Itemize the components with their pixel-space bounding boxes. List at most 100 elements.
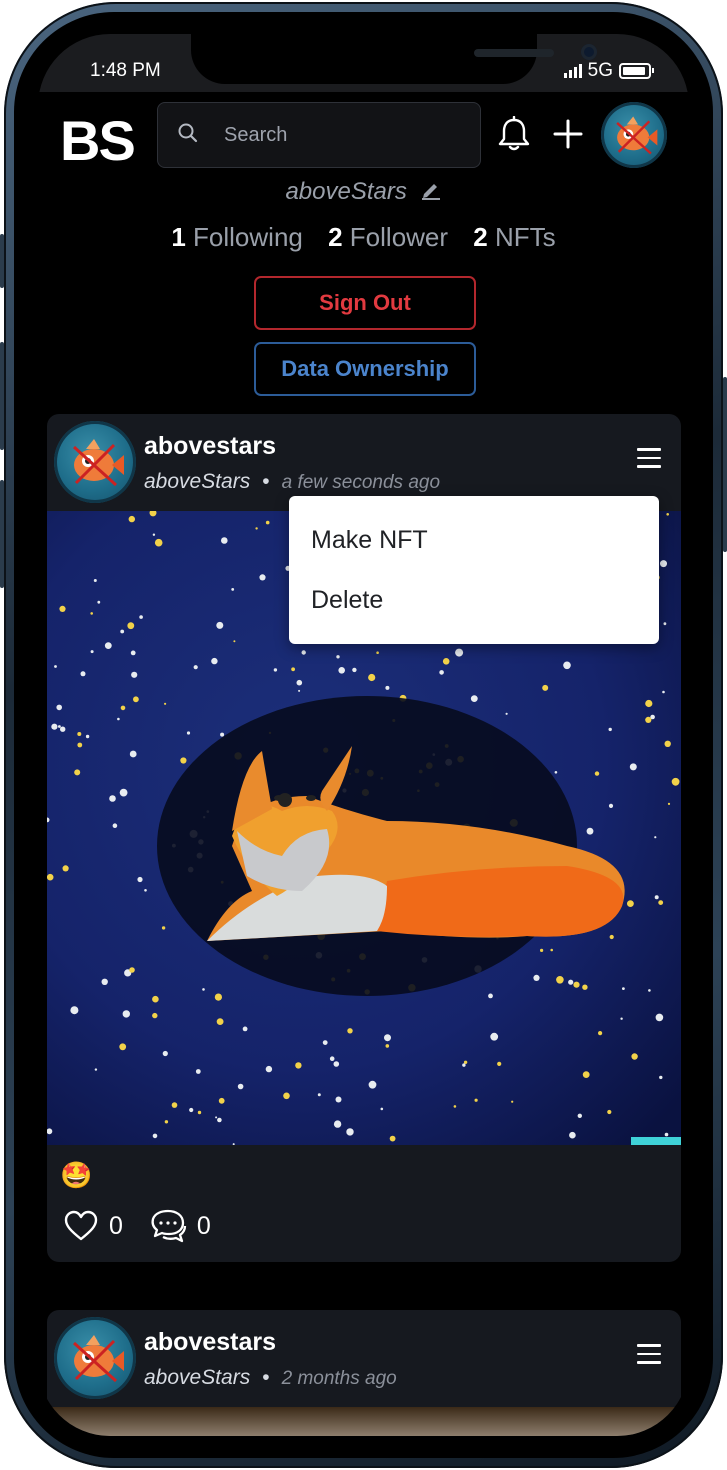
make-nft-menu-item[interactable]: Make NFT — [311, 526, 428, 555]
star-dot — [220, 732, 225, 737]
star-dot — [119, 1043, 127, 1051]
star-dot — [384, 1034, 391, 1042]
post-options-dropdown: Make NFT Delete — [289, 496, 659, 644]
following-label: Following — [193, 222, 303, 252]
star-dot — [186, 731, 191, 735]
star-dot — [164, 702, 167, 705]
star-dot — [620, 1017, 623, 1020]
star-dot — [389, 1135, 396, 1142]
star-dot — [215, 1116, 218, 1119]
delete-menu-item[interactable]: Delete — [311, 586, 383, 615]
star-dot — [80, 671, 86, 677]
star-dot — [573, 981, 580, 988]
nft-label: NFTs — [494, 222, 556, 252]
star-dot — [455, 648, 464, 657]
app-logo[interactable]: BS — [60, 108, 136, 173]
star-dot — [511, 1100, 514, 1103]
post-author-name[interactable]: abovestars — [144, 1328, 276, 1357]
stat-nfts[interactable]: 2 NFTs — [473, 222, 555, 252]
user-avatar[interactable] — [601, 102, 667, 168]
star-dot — [162, 1050, 168, 1057]
post-meta: aboveStars • a few seconds ago — [144, 470, 440, 494]
like-count: 0 — [109, 1211, 123, 1240]
star-dot — [376, 651, 379, 654]
star-dot — [218, 1097, 225, 1104]
post-timestamp: a few seconds ago — [281, 472, 441, 493]
star-dot — [265, 520, 270, 525]
star-dot — [180, 757, 187, 764]
star-dot — [214, 993, 222, 1001]
star-dot — [130, 650, 136, 656]
star-dot — [598, 1031, 603, 1036]
star-dot — [90, 650, 94, 654]
stat-followers[interactable]: 2 Follower — [328, 222, 448, 252]
star-dot — [85, 734, 90, 739]
star-dot — [609, 934, 614, 940]
like-heart-icon[interactable] — [63, 1210, 99, 1242]
star-dot — [658, 900, 664, 905]
sign-out-button[interactable]: Sign Out — [254, 276, 476, 330]
fish-avatar-icon — [72, 1335, 124, 1383]
star-dot — [671, 777, 680, 786]
star-dot — [152, 1012, 158, 1019]
search-box[interactable] — [157, 102, 481, 168]
star-dot — [317, 1093, 321, 1097]
star-dot — [556, 976, 564, 984]
follower-count: 2 — [328, 222, 343, 252]
star-dot — [129, 967, 135, 973]
star-dot — [607, 1109, 612, 1115]
star-dot — [335, 1096, 342, 1103]
post-author-handle[interactable]: aboveStars — [144, 1366, 250, 1389]
follower-label: Follower — [349, 222, 449, 252]
post-author-name[interactable]: abovestars — [144, 432, 276, 461]
data-ownership-button[interactable]: Data Ownership — [254, 342, 476, 396]
search-input[interactable] — [222, 117, 466, 153]
post-author-avatar[interactable] — [54, 421, 136, 503]
star-dot — [133, 696, 139, 703]
star-dot — [333, 1061, 340, 1067]
star-dot — [295, 1062, 302, 1069]
star-dot — [60, 726, 66, 732]
star-dot — [97, 600, 101, 604]
star-dot — [216, 1018, 224, 1025]
star-dot — [202, 988, 205, 991]
star-dot — [654, 836, 657, 839]
status-time: 1:48 PM — [90, 60, 161, 81]
star-dot — [490, 1032, 499, 1041]
post-reaction-emoji[interactable]: 🤩 — [60, 1160, 92, 1191]
star-dot — [627, 900, 634, 907]
star-dot — [283, 1092, 290, 1100]
notification-bell-icon[interactable] — [497, 116, 531, 152]
post-author-avatar[interactable] — [54, 1317, 136, 1399]
star-dot — [631, 1053, 638, 1060]
star-dot — [119, 788, 128, 797]
stat-following[interactable]: 1 Following — [171, 222, 303, 252]
star-dot — [488, 993, 493, 999]
comment-bubble-icon[interactable] — [149, 1209, 187, 1243]
star-dot — [259, 574, 266, 581]
star-dot — [385, 1044, 390, 1048]
comment-count: 0 — [196, 1211, 211, 1240]
create-post-plus-icon[interactable] — [552, 118, 584, 150]
star-dot — [648, 989, 651, 992]
star-dot — [505, 712, 508, 715]
post-menu-button[interactable] — [637, 448, 661, 468]
star-dot — [231, 588, 235, 591]
edit-pencil-icon[interactable] — [420, 180, 442, 200]
post-menu-button[interactable] — [637, 1344, 661, 1364]
post-timestamp: 2 months ago — [281, 1368, 397, 1389]
star-dot — [211, 657, 218, 665]
post-author-handle[interactable]: aboveStars — [144, 470, 250, 493]
following-count: 1 — [171, 222, 186, 252]
star-dot — [273, 668, 278, 672]
star-dot — [474, 1098, 478, 1102]
star-dot — [62, 865, 69, 872]
star-dot — [128, 515, 135, 523]
meta-separator: • — [262, 470, 270, 493]
star-dot — [164, 1120, 169, 1124]
star-dot — [336, 655, 340, 659]
star-dot — [622, 987, 625, 990]
post-image-cat[interactable] — [47, 1407, 681, 1436]
star-dot — [497, 1061, 502, 1066]
speaker-grille — [474, 49, 554, 57]
